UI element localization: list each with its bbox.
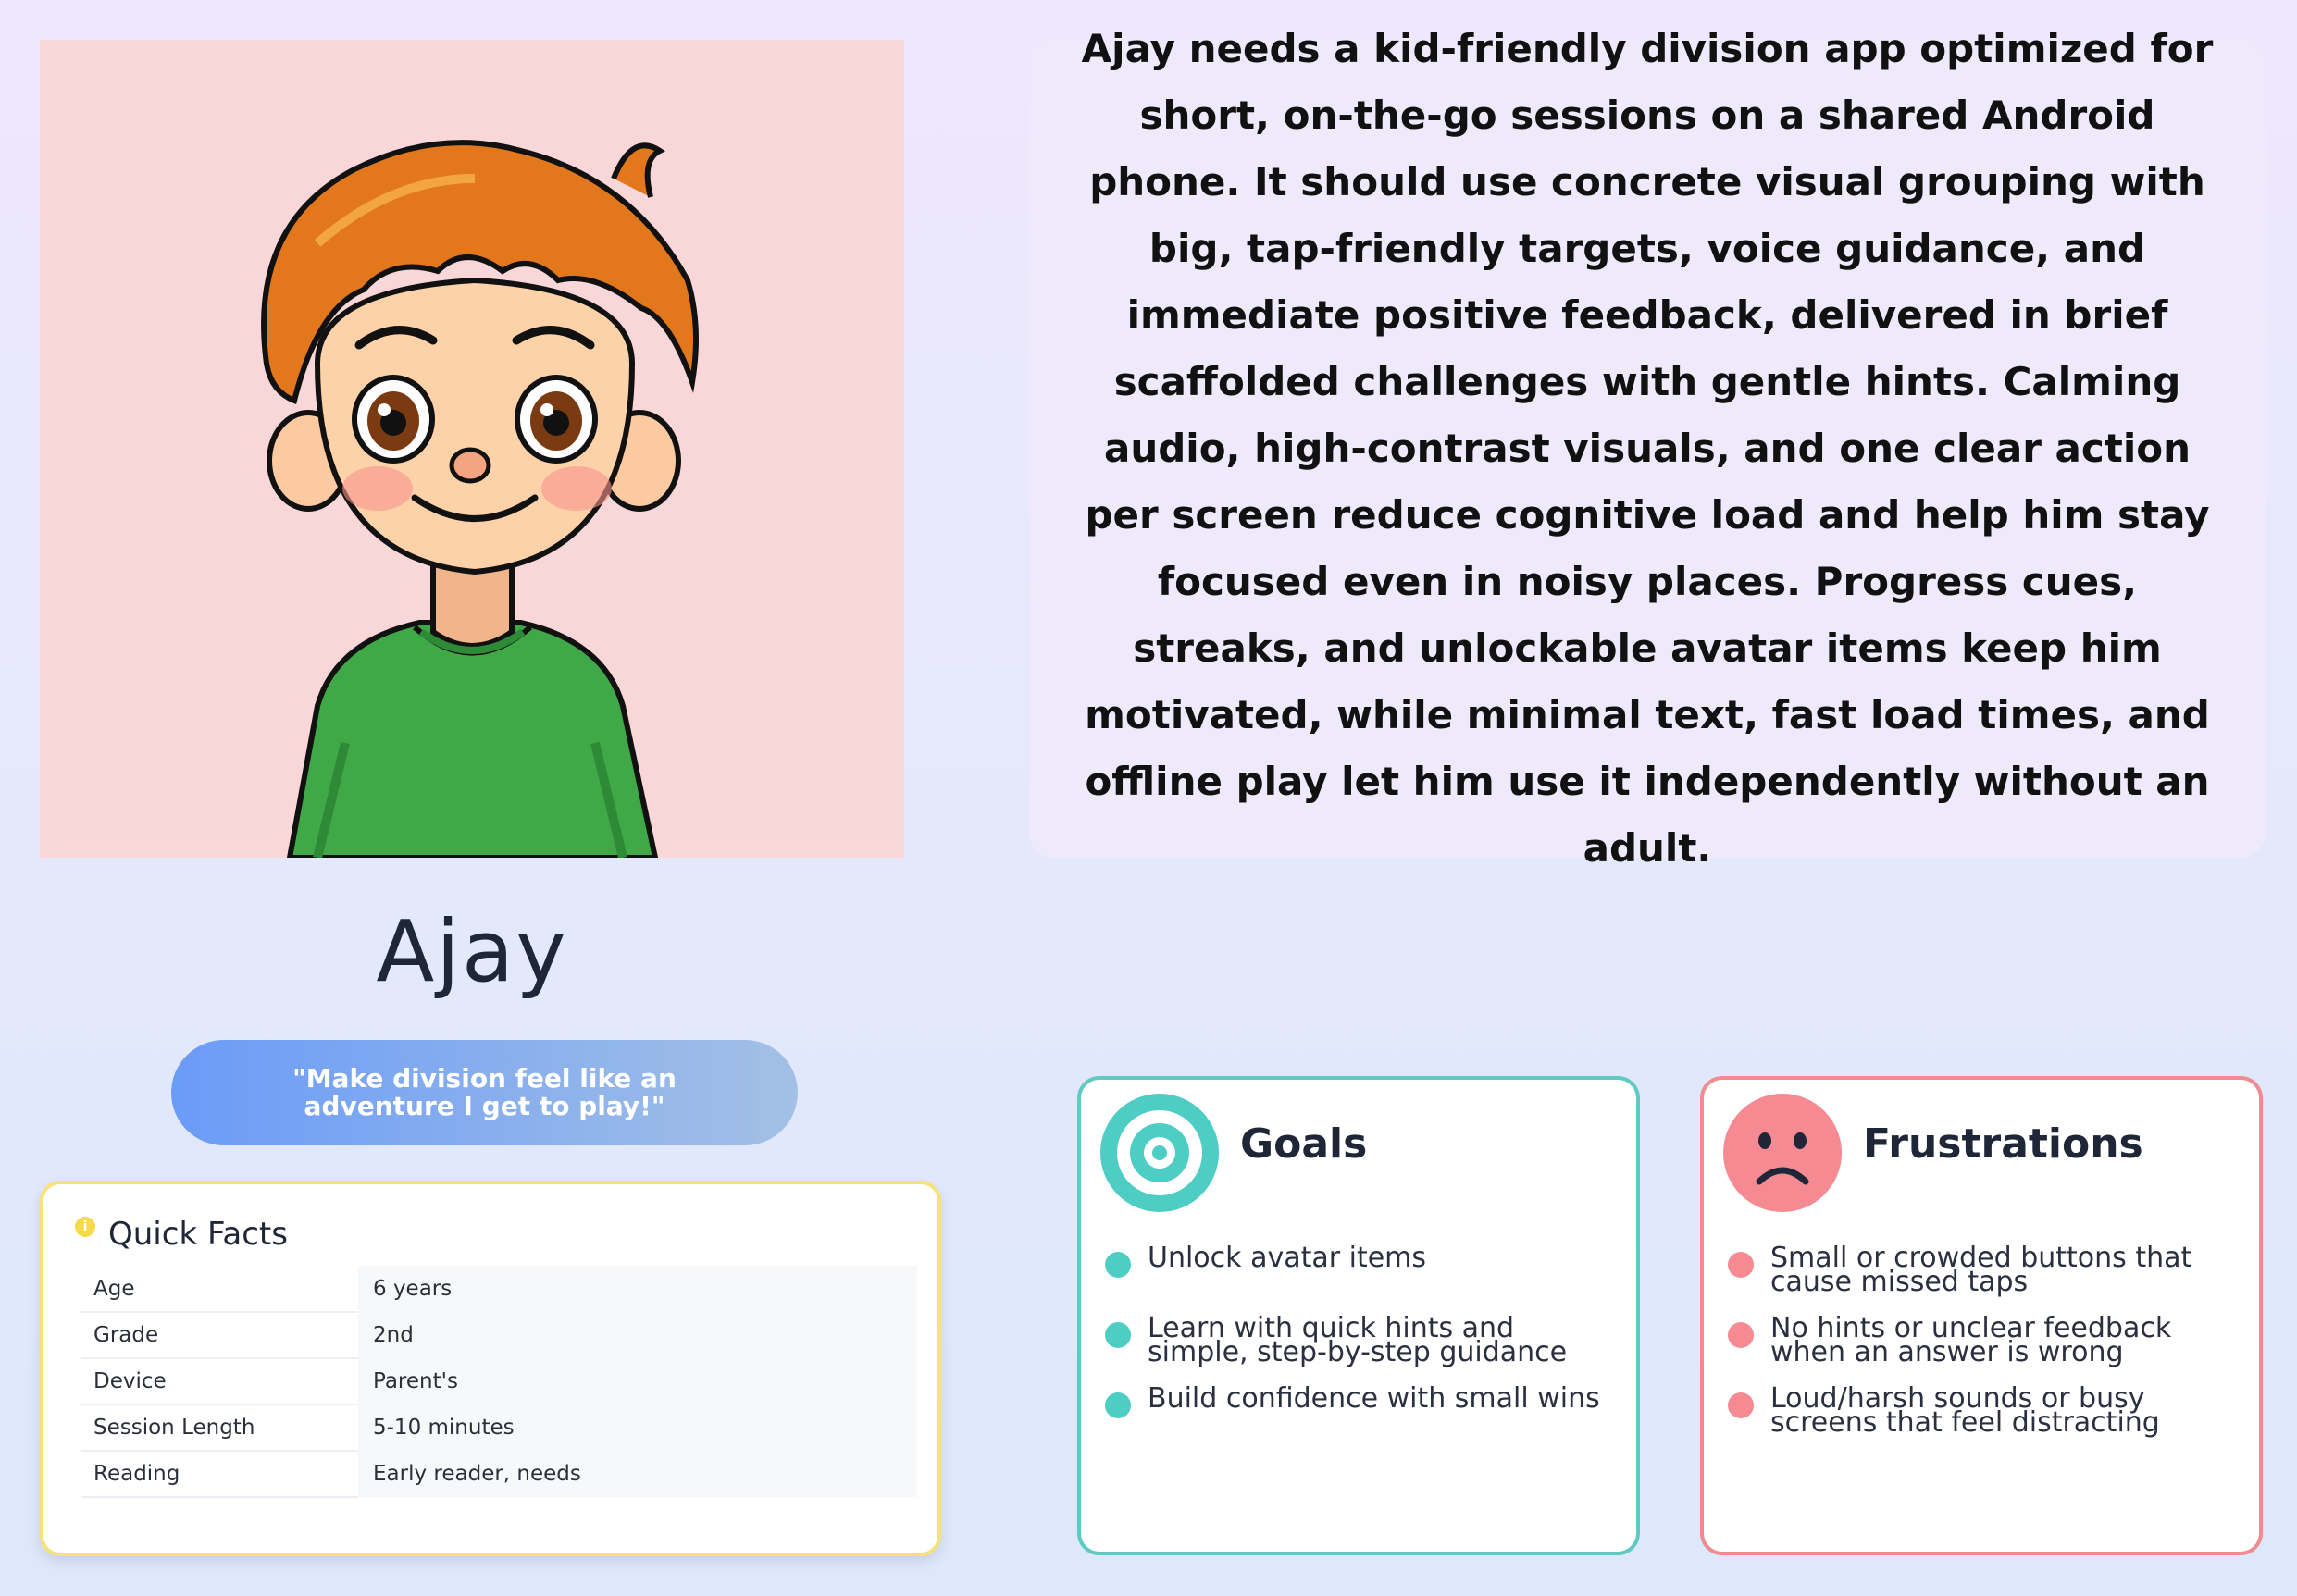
quick-facts-card: i Quick Facts Age 6 years Grade 2nd Devi… (40, 1181, 941, 1556)
goals-title: Goals (1240, 1120, 1368, 1168)
bullet-dot (1105, 1322, 1131, 1348)
sad-face-icon (1722, 1093, 1843, 1213)
table-row: Age 6 years (81, 1266, 917, 1313)
quick-facts-table: Age 6 years Grade 2nd Device Parent's Se… (81, 1266, 917, 1498)
fact-value: Early reader, needs (358, 1451, 917, 1497)
bullet-dot (1105, 1392, 1131, 1418)
table-row: Session Length 5-10 minutes (81, 1404, 917, 1452)
goal-text: Build confidence with small wins (1148, 1382, 1600, 1415)
table-row: Device Parent's (81, 1358, 917, 1405)
goal-text: Unlock avatar items (1148, 1242, 1427, 1274)
table-row: Grade 2nd (81, 1312, 917, 1359)
persona-quote-text: "Make division feel like an adventure I … (292, 1063, 677, 1121)
frustrations-card: Frustrations Small or crowded buttons th… (1700, 1076, 2263, 1555)
persona-avatar (40, 40, 904, 858)
fact-label: Session Length (81, 1404, 358, 1452)
frustration-text: Small or crowded buttons that cause miss… (1770, 1242, 2192, 1298)
frustration-text: Loud/harsh sounds or busy screens that f… (1770, 1382, 2160, 1439)
frustration-text: No hints or unclear feedback when an ans… (1770, 1312, 2172, 1368)
bullet-dot (1728, 1252, 1754, 1278)
quick-facts-header: i Quick Facts (75, 1216, 910, 1253)
persona-summary-panel: Ajay needs a kid-friendly division app o… (1029, 26, 2266, 871)
fact-label: Device (81, 1358, 358, 1405)
goals-list: Unlock avatar items Learn with quick hin… (1099, 1242, 1618, 1457)
persona-name: Ajay (376, 902, 568, 1001)
target-icon (1099, 1093, 1220, 1213)
fact-label: Reading (81, 1451, 358, 1498)
table-row: Reading Early reader, needs (81, 1451, 917, 1498)
list-item: Build confidence with small wins (1105, 1382, 1618, 1457)
list-item: Learn with quick hints and simple, step-… (1105, 1312, 1618, 1387)
goal-text: Learn with quick hints and simple, step-… (1148, 1312, 1568, 1368)
fact-value: 2nd (358, 1312, 917, 1358)
list-item: No hints or unclear feedback when an ans… (1728, 1312, 2241, 1387)
fact-label: Grade (81, 1312, 358, 1359)
bullet-dot (1105, 1252, 1131, 1278)
boy-illustration (261, 140, 699, 858)
quick-facts-title: Quick Facts (108, 1216, 288, 1253)
frustrations-list: Small or crowded buttons that cause miss… (1722, 1242, 2241, 1457)
goals-card: Goals Unlock avatar items Learn with qui… (1077, 1076, 1640, 1555)
list-item: Small or crowded buttons that cause miss… (1728, 1242, 2241, 1317)
info-icon: i (75, 1217, 95, 1237)
list-item: Unlock avatar items (1105, 1242, 1618, 1317)
fact-value: Parent's (358, 1358, 917, 1404)
persona-quote: "Make division feel like an adventure I … (171, 1040, 798, 1145)
frustrations-title: Frustrations (1863, 1120, 2143, 1168)
fact-value: 6 years (358, 1266, 917, 1312)
bullet-dot (1728, 1392, 1754, 1418)
bullet-dot (1728, 1322, 1754, 1348)
frustrations-header: Frustrations (1722, 1093, 2241, 1213)
fact-label: Age (81, 1266, 358, 1313)
list-item: Loud/harsh sounds or busy screens that f… (1728, 1382, 2241, 1457)
goals-header: Goals (1099, 1093, 1618, 1213)
fact-value: 5-10 minutes (358, 1404, 917, 1451)
persona-summary: Ajay needs a kid-friendly division app o… (1081, 26, 2214, 871)
